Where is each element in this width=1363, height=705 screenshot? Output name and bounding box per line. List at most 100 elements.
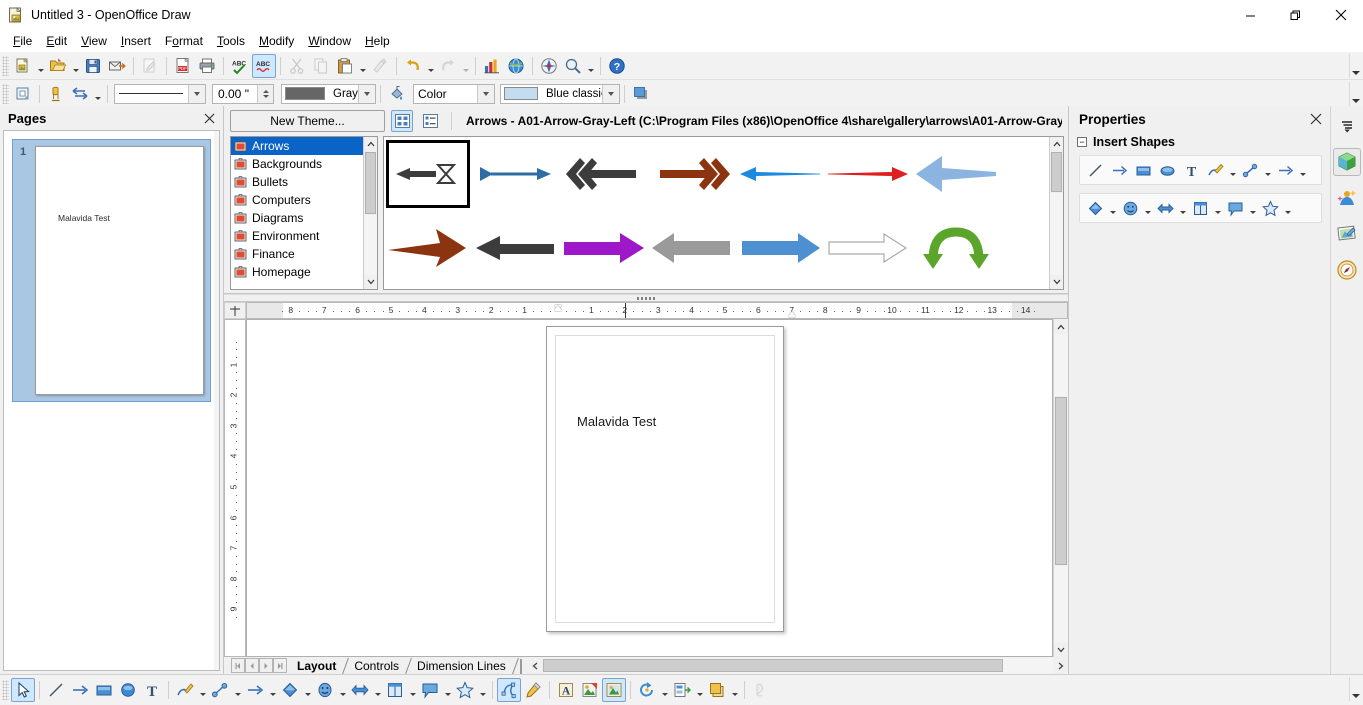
hscroll-left-icon[interactable]: [527, 658, 543, 673]
area-style-combo[interactable]: Color: [413, 83, 495, 104]
sidebar-menu-icon[interactable]: [1333, 112, 1361, 140]
export-pdf-button[interactable]: PDF: [171, 54, 195, 78]
page-text-object[interactable]: Malavida Test: [577, 414, 656, 429]
rectangle-shape-button[interactable]: [1131, 158, 1155, 182]
gallery-item-arrow-red-taper-right[interactable]: [824, 138, 912, 210]
line-tool-button[interactable]: [44, 678, 68, 702]
arrow-tool-button[interactable]: [68, 678, 92, 702]
edit-file-button[interactable]: [138, 54, 162, 78]
stars-tool-button[interactable]: [453, 678, 477, 702]
properties-close-icon[interactable]: [1306, 109, 1326, 129]
gallery-theme-computers[interactable]: Computers: [231, 191, 363, 209]
rectangle-tool-button[interactable]: [92, 678, 116, 702]
new-theme-button[interactable]: New Theme...: [230, 110, 385, 132]
curve-tool-button[interactable]: [173, 678, 197, 702]
theme-scroll-thumb[interactable]: [365, 152, 376, 214]
block-arrows-dropdown[interactable]: [1177, 196, 1188, 220]
ellipse-tool-button[interactable]: [116, 678, 140, 702]
undo-dropdown[interactable]: [425, 54, 436, 78]
toolbar-grip[interactable]: [2, 55, 9, 76]
minimize-button[interactable]: [1228, 0, 1273, 30]
gallery-theme-bullets[interactable]: Bullets: [231, 173, 363, 191]
gallery-item-arrow-green-curved-refresh[interactable]: [912, 212, 1000, 284]
align-tool-dropdown[interactable]: [694, 678, 705, 702]
hscroll-thumb[interactable]: [542, 659, 1003, 672]
insert-shapes-section-header[interactable]: − Insert Shapes: [1069, 132, 1330, 152]
gallery-item-arrow-purple-right[interactable]: [560, 212, 648, 284]
line-width-spinner[interactable]: 0.00 ": [212, 83, 274, 104]
gallery-scrollbar[interactable]: [1049, 137, 1063, 289]
gallery-scroll-up-icon[interactable]: [1050, 137, 1063, 151]
line-color-dropdown-arrow[interactable]: [358, 84, 375, 103]
connector-shape-dropdown[interactable]: [1262, 158, 1273, 182]
insert-chart-button[interactable]: [480, 54, 504, 78]
flowchart-tool-dropdown[interactable]: [407, 678, 418, 702]
close-button[interactable]: [1318, 0, 1363, 30]
line-shape-button[interactable]: [1083, 158, 1107, 182]
symbol-shapes-tool-button[interactable]: [313, 678, 337, 702]
gallery-theme-backgrounds[interactable]: Backgrounds: [231, 155, 363, 173]
layer-tab-layout[interactable]: Layout: [289, 658, 346, 674]
gallery-item-arrow-blue-taper-left[interactable]: [736, 138, 824, 210]
hscroll-track[interactable]: [542, 658, 1053, 673]
arrange-tool-button[interactable]: [705, 678, 729, 702]
curve-shape-button[interactable]: [1203, 158, 1227, 182]
ruler-indent-marker[interactable]: [554, 305, 562, 311]
basic-shapes-dropdown[interactable]: [1107, 196, 1118, 220]
menu-help[interactable]: Help: [358, 31, 397, 51]
menu-file[interactable]: FFileile: [6, 31, 39, 51]
insert-image-tool-button[interactable]: [578, 678, 602, 702]
line-arrow-shape-button[interactable]: [1273, 158, 1297, 182]
gallery-item-arrow-gray-left-block[interactable]: [648, 212, 736, 284]
gallery-theme-environment[interactable]: Environment: [231, 227, 363, 245]
glue-points-button[interactable]: [44, 82, 68, 106]
lines-arrows-tool-button[interactable]: [243, 678, 267, 702]
send-email-button[interactable]: [105, 54, 129, 78]
previous-page-button[interactable]: [245, 658, 259, 673]
area-fill-combo[interactable]: Blue classic: [500, 83, 620, 104]
redo-dropdown[interactable]: [460, 54, 471, 78]
canvas-vertical-scrollbar[interactable]: [1053, 319, 1068, 657]
canvas-scroll-track-top[interactable]: [1054, 334, 1068, 396]
connector-tool-button[interactable]: [208, 678, 232, 702]
ruler-indent-marker[interactable]: [787, 311, 796, 317]
shadow-button[interactable]: [629, 82, 653, 106]
sidebar-tab-styles[interactable]: [1333, 220, 1361, 248]
gallery-tool-button[interactable]: [602, 678, 626, 702]
ruler-corner-button[interactable]: [224, 302, 246, 319]
flowchart-shapes-button[interactable]: [1188, 196, 1212, 220]
block-arrows-tool-dropdown[interactable]: [372, 678, 383, 702]
edit-points-button[interactable]: [11, 82, 35, 106]
new-document-dropdown[interactable]: [35, 54, 46, 78]
align-tool-button[interactable]: [670, 678, 694, 702]
cut-button[interactable]: [285, 54, 309, 78]
gallery-item-arrow-lightblue-left[interactable]: [912, 138, 1000, 210]
area-fill-dropdown-arrow[interactable]: [602, 84, 619, 103]
insert-image-button[interactable]: [504, 54, 528, 78]
canvas-scroll-track-bottom[interactable]: [1054, 566, 1068, 642]
rotate-tool-dropdown[interactable]: [659, 678, 670, 702]
menu-edit[interactable]: Edit: [39, 31, 74, 51]
insert-shapes-expander-icon[interactable]: −: [1077, 137, 1087, 147]
display-grid-button[interactable]: [537, 54, 561, 78]
block-arrows-button[interactable]: [1153, 196, 1177, 220]
open-document-button[interactable]: [46, 54, 70, 78]
layer-tab-dimension-lines[interactable]: Dimension Lines: [409, 658, 516, 674]
basic-shapes-button[interactable]: [1083, 196, 1107, 220]
gallery-splitter[interactable]: [224, 294, 1068, 302]
undo-button[interactable]: [401, 54, 425, 78]
curve-shape-dropdown[interactable]: [1227, 158, 1238, 182]
callouts-tool-button[interactable]: [418, 678, 442, 702]
callout-shapes-dropdown[interactable]: [1247, 196, 1258, 220]
autospellcheck-button[interactable]: ABC: [252, 53, 276, 78]
line-color-combo[interactable]: Gray 6: [281, 83, 376, 104]
save-document-button[interactable]: [81, 54, 105, 78]
rotate-tool-button[interactable]: [635, 678, 659, 702]
menu-view[interactable]: View: [74, 31, 114, 51]
gallery-item-arrow-gray-left[interactable]: [386, 140, 470, 208]
gallery-detail-view-button[interactable]: [419, 110, 441, 132]
stars-shapes-button[interactable]: [1258, 196, 1282, 220]
canvas-scroll-down-icon[interactable]: [1054, 642, 1068, 657]
zoom-dropdown[interactable]: [585, 54, 596, 78]
flowchart-shapes-dropdown[interactable]: [1212, 196, 1223, 220]
